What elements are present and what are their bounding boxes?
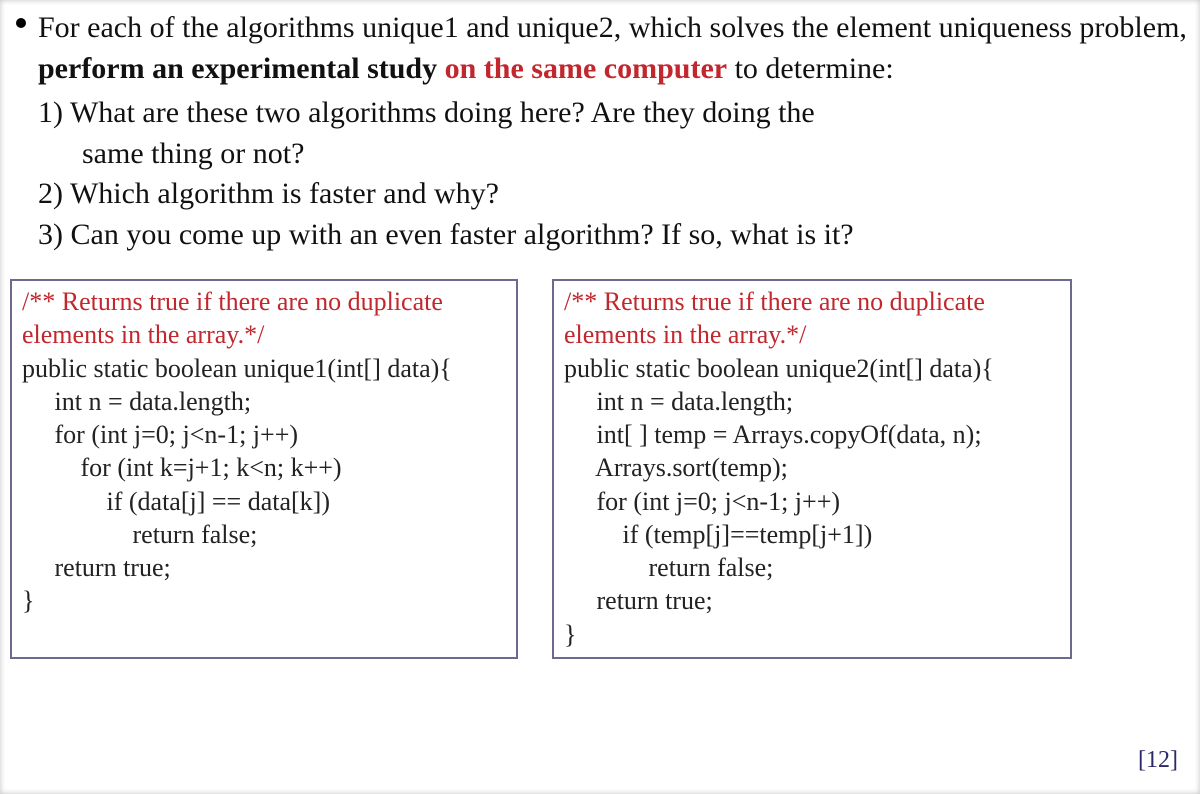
code2-line5: for (int j=0; j<n-1; j++) bbox=[564, 485, 1060, 518]
bullet-bold: perform an experimental study bbox=[38, 52, 437, 85]
code1-line5: if (data[j] == data[k]) bbox=[22, 485, 506, 518]
code2-comment2: elements in the array.*/ bbox=[564, 318, 1060, 351]
question-3: 3) Can you come up with an even faster a… bbox=[38, 215, 1188, 256]
code1-line8: } bbox=[22, 584, 506, 617]
code2-line9: } bbox=[564, 618, 1060, 651]
code1-line7: return true; bbox=[22, 551, 506, 584]
code-box-unique2: /** Returns true if there are no duplica… bbox=[552, 279, 1072, 659]
code2-line8: return true; bbox=[564, 584, 1060, 617]
code2-line1: public static boolean unique2(int[] data… bbox=[564, 352, 1060, 385]
code1-line1: public static boolean unique1(int[] data… bbox=[22, 352, 506, 385]
page: For each of the algorithms unique1 and u… bbox=[0, 0, 1200, 794]
code1-line4: for (int k=j+1; k<n; k++) bbox=[22, 451, 506, 484]
code-box-unique1: /** Returns true if there are no duplica… bbox=[10, 279, 518, 659]
question-2: 2) Which algorithm is faster and why? bbox=[38, 174, 1188, 215]
code2-comment1: /** Returns true if there are no duplica… bbox=[564, 285, 1060, 318]
bullet-text-1: For each of the algorithms unique1 and u… bbox=[38, 11, 1187, 44]
code2-line7: return false; bbox=[564, 551, 1060, 584]
code1-comment2: elements in the array.*/ bbox=[22, 318, 506, 351]
code1-line3: for (int j=0; j<n-1; j++) bbox=[22, 418, 506, 451]
code1-line2: int n = data.length; bbox=[22, 385, 506, 418]
question-1: 1) What are these two algorithms doing h… bbox=[38, 93, 1188, 174]
code2-line4: Arrays.sort(temp); bbox=[564, 451, 1060, 484]
q1-line1: 1) What are these two algorithms doing h… bbox=[38, 96, 815, 129]
bullet-red: on the same computer bbox=[437, 52, 727, 85]
code2-line2: int n = data.length; bbox=[564, 385, 1060, 418]
q1-line2: same thing or not? bbox=[38, 137, 304, 170]
bullet-icon bbox=[16, 18, 26, 28]
bullet-text-2: to determine: bbox=[727, 52, 894, 85]
code-container: /** Returns true if there are no duplica… bbox=[10, 279, 1188, 659]
question-list: 1) What are these two algorithms doing h… bbox=[38, 93, 1188, 255]
page-number: [12] bbox=[1138, 747, 1178, 774]
bullet-paragraph: For each of the algorithms unique1 and u… bbox=[38, 8, 1188, 89]
code1-comment1: /** Returns true if there are no duplica… bbox=[22, 285, 506, 318]
code1-line6: return false; bbox=[22, 518, 506, 551]
code2-line6: if (temp[j]==temp[j+1]) bbox=[564, 518, 1060, 551]
code2-line3: int[ ] temp = Arrays.copyOf(data, n); bbox=[564, 418, 1060, 451]
